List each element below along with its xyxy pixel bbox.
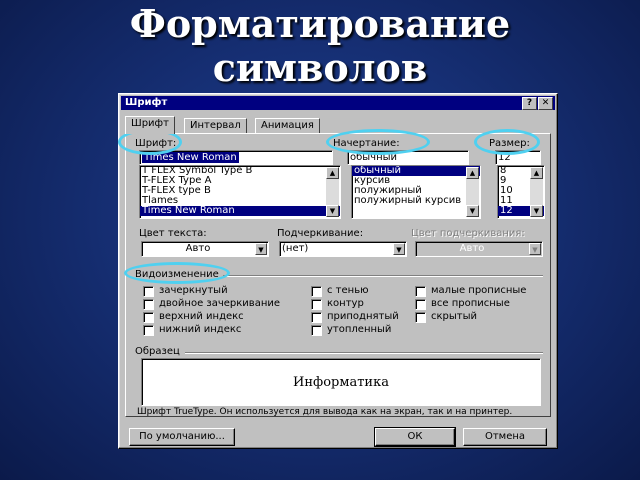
sample-divider: [185, 352, 543, 354]
scroll-up-icon[interactable]: ▲: [530, 167, 543, 179]
checkbox-icon[interactable]: [143, 325, 154, 336]
checkbox-icon[interactable]: [415, 312, 426, 323]
sample-text: Информатика: [293, 375, 389, 390]
close-icon[interactable]: ✕: [538, 97, 553, 110]
tab-spacing[interactable]: Интервал: [184, 118, 247, 133]
text-color-select[interactable]: Авто ▼: [141, 241, 269, 257]
checkbox-icon[interactable]: [415, 299, 426, 310]
effects-label: Видоизменение: [135, 269, 219, 280]
chevron-down-icon[interactable]: ▼: [255, 243, 267, 255]
scroll-down-icon[interactable]: ▼: [466, 205, 479, 217]
checkbox-icon[interactable]: [143, 299, 154, 310]
effects-divider: [223, 275, 543, 277]
style-list[interactable]: обычный курсив полужирный полужирный кур…: [351, 165, 481, 219]
checkbox-icon[interactable]: [311, 325, 322, 336]
scroll-down-icon[interactable]: ▼: [326, 205, 339, 217]
checkbox-icon[interactable]: [143, 286, 154, 297]
checkbox-icon[interactable]: [415, 286, 426, 297]
font-info-text: Шрифт TrueType. Он используется для выво…: [137, 407, 513, 417]
chevron-down-icon[interactable]: ▼: [393, 243, 405, 255]
font-list[interactable]: T FLEX Symbol Type B T-FLEX Type A T-FLE…: [139, 165, 341, 219]
size-list-scrollbar[interactable]: ▲ ▼: [530, 167, 543, 217]
slide-title-line1: Форматирование: [129, 1, 511, 46]
size-list[interactable]: 8 9 10 11 12 ▲ ▼: [497, 165, 545, 219]
default-button[interactable]: По умолчанию...: [129, 428, 235, 446]
tab-font[interactable]: Шрифт: [125, 116, 175, 134]
size-label: Размер:: [489, 138, 530, 149]
style-label: Начертание:: [333, 138, 400, 149]
checkbox-icon[interactable]: [311, 312, 322, 323]
checkbox-icon[interactable]: [143, 312, 154, 323]
help-button[interactable]: ?: [522, 97, 537, 110]
scroll-up-icon[interactable]: ▲: [466, 167, 479, 179]
font-dialog: Шрифт ? ✕ Шрифт Интервал Анимация Шрифт:…: [118, 93, 558, 449]
slide-title-line2: символов: [212, 45, 428, 90]
font-label: Шрифт:: [135, 138, 177, 149]
underline-label: Подчеркивание:: [277, 228, 364, 239]
dialog-title: Шрифт: [125, 97, 168, 108]
checkbox-icon[interactable]: [311, 286, 322, 297]
checkbox-icon[interactable]: [311, 299, 322, 310]
underline-color-select: Авто ▼: [415, 241, 543, 257]
style-input[interactable]: обычный: [347, 150, 469, 165]
scroll-down-icon[interactable]: ▼: [530, 205, 543, 217]
dialog-title-bar: Шрифт ? ✕: [121, 96, 555, 110]
font-list-scrollbar[interactable]: ▲ ▼: [326, 167, 339, 217]
size-input[interactable]: 12: [495, 150, 541, 165]
text-color-label: Цвет текста:: [139, 228, 207, 239]
font-list-item-selected[interactable]: Times New Roman: [140, 206, 340, 216]
tab-animation[interactable]: Анимация: [255, 118, 320, 133]
underline-select[interactable]: (нет) ▼: [279, 241, 407, 257]
style-list-scrollbar[interactable]: ▲ ▼: [466, 167, 479, 217]
font-input[interactable]: Times New Roman: [139, 150, 333, 165]
scroll-up-icon[interactable]: ▲: [326, 167, 339, 179]
chevron-down-icon: ▼: [529, 243, 541, 255]
underline-color-label: Цвет подчеркивания:: [411, 228, 525, 239]
ok-button[interactable]: ОК: [374, 427, 456, 447]
cancel-button[interactable]: Отмена: [463, 428, 547, 446]
style-list-item[interactable]: полужирный курсив: [352, 196, 480, 206]
sample-label: Образец: [135, 346, 180, 357]
sample-preview: Информатика: [141, 358, 541, 406]
